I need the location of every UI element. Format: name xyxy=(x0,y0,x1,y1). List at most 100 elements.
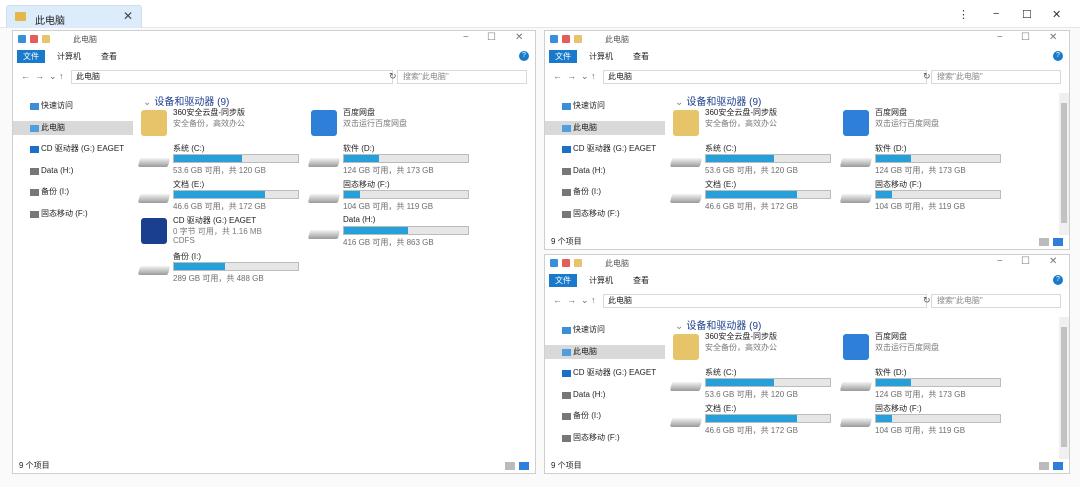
ribbon-tab-computer[interactable]: 计算机 xyxy=(583,274,619,287)
maximize-button[interactable]: ☐ xyxy=(1021,32,1030,43)
drive-tile[interactable]: 固态移动 (F:) 104 GB 可用，共 119 GB xyxy=(839,403,1009,439)
address-bar[interactable]: 此电脑 xyxy=(603,70,927,84)
sidebar-item-2[interactable]: CD 驱动器 (G:) EAGET xyxy=(13,142,133,156)
history-chevron-icon[interactable]: ⌄ xyxy=(581,295,589,306)
sidebar-item-3[interactable]: Data (H:) xyxy=(13,164,133,178)
drive-tile[interactable]: 系统 (C:) 53.6 GB 可用，共 120 GB xyxy=(669,143,839,179)
minimize-button[interactable]: − xyxy=(997,256,1003,267)
group-header[interactable]: ⌄ 设备和驱动器 (9) xyxy=(675,93,761,108)
ribbon-tab-computer[interactable]: 计算机 xyxy=(583,50,619,63)
sidebar-item-3[interactable]: Data (H:) xyxy=(545,164,665,178)
drive-tile[interactable]: 固态移动 (F:) 104 GB 可用，共 119 GB xyxy=(307,179,477,215)
drive-tile[interactable]: 软件 (D:) 124 GB 可用，共 173 GB xyxy=(307,143,477,179)
vertical-scrollbar[interactable] xyxy=(1059,317,1069,459)
large-icons-view-icon[interactable] xyxy=(1053,238,1063,246)
drive-tile[interactable]: 百度网盘 双击运行百度网盘 xyxy=(839,107,1009,143)
sidebar-item-0[interactable]: 快速访问 xyxy=(545,99,665,113)
details-view-icon[interactable] xyxy=(505,462,515,470)
drive-tile[interactable]: 软件 (D:) 124 GB 可用，共 173 GB xyxy=(839,367,1009,403)
drive-tile[interactable]: CD 驱动器 (G:) EAGET 0 字节 可用，共 1.16 MB CDFS xyxy=(137,215,307,251)
scrollbar-thumb[interactable] xyxy=(1061,103,1067,223)
back-arrow-icon[interactable]: ← xyxy=(21,71,30,81)
close-window-button[interactable]: ✕ xyxy=(1052,8,1061,21)
forward-arrow-icon[interactable]: → xyxy=(567,71,576,81)
help-icon[interactable]: ? xyxy=(519,51,529,61)
maximize-button[interactable]: ☐ xyxy=(487,32,496,43)
large-icons-view-icon[interactable] xyxy=(519,462,529,470)
sidebar-item-0[interactable]: 快速访问 xyxy=(13,99,133,113)
minimize-button[interactable]: − xyxy=(993,8,999,20)
sidebar-item-5[interactable]: 固态移动 (F:) xyxy=(545,431,665,445)
drive-tile[interactable]: 360安全云盘-同步版 安全备份，高效办公 xyxy=(669,107,839,143)
sidebar-item-1[interactable]: 此电脑 xyxy=(545,120,665,135)
drive-tile[interactable]: 360安全云盘-同步版 安全备份，高效办公 xyxy=(669,331,839,367)
sidebar-item-1[interactable]: 此电脑 xyxy=(545,344,665,359)
help-icon[interactable]: ? xyxy=(1053,275,1063,285)
drive-tile[interactable]: 百度网盘 双击运行百度网盘 xyxy=(839,331,1009,367)
drive-tile[interactable]: 系统 (C:) 53.6 GB 可用，共 120 GB xyxy=(137,143,307,179)
back-arrow-icon[interactable]: ← xyxy=(553,295,562,305)
history-chevron-icon[interactable]: ⌄ xyxy=(49,71,57,82)
sidebar-item-2[interactable]: CD 驱动器 (G:) EAGET xyxy=(545,366,665,380)
ribbon-tab-view[interactable]: 查看 xyxy=(95,50,123,63)
large-icons-view-icon[interactable] xyxy=(1053,462,1063,470)
ribbon-tab-file[interactable]: 文件 xyxy=(17,50,45,63)
refresh-icon[interactable]: ↻ xyxy=(923,295,931,306)
explorer-icon[interactable] xyxy=(550,35,558,43)
sidebar-item-4[interactable]: 备份 (I:) xyxy=(545,185,665,199)
history-chevron-icon[interactable]: ⌄ xyxy=(581,71,589,82)
minimize-button[interactable]: − xyxy=(463,32,469,43)
sidebar-item-5[interactable]: 固态移动 (F:) xyxy=(545,207,665,221)
close-button[interactable]: ✕ xyxy=(1049,32,1057,43)
search-input[interactable]: 搜索"此电脑" xyxy=(931,294,1061,308)
details-view-icon[interactable] xyxy=(1039,238,1049,246)
sidebar-item-3[interactable]: Data (H:) xyxy=(545,388,665,402)
up-arrow-icon[interactable]: ↑ xyxy=(591,295,596,305)
new-folder-icon[interactable] xyxy=(574,35,582,43)
address-bar[interactable]: 此电脑 xyxy=(603,294,927,308)
ribbon-tab-view[interactable]: 查看 xyxy=(627,50,655,63)
new-folder-icon[interactable] xyxy=(574,259,582,267)
new-folder-icon[interactable] xyxy=(42,35,50,43)
drive-tile[interactable]: 360安全云盘-同步版 安全备份，高效办公 xyxy=(137,107,307,143)
refresh-icon[interactable]: ↻ xyxy=(389,71,397,82)
sidebar-item-0[interactable]: 快速访问 xyxy=(545,323,665,337)
properties-icon[interactable] xyxy=(562,259,570,267)
properties-icon[interactable] xyxy=(562,35,570,43)
sidebar-item-5[interactable]: 固态移动 (F:) xyxy=(13,207,133,221)
drive-tile[interactable]: Data (H:) 416 GB 可用，共 863 GB xyxy=(307,215,477,251)
tab-this-pc[interactable]: 此电脑 ✕ xyxy=(6,5,142,28)
more-menu-icon[interactable]: ⋮ xyxy=(958,8,969,21)
refresh-icon[interactable]: ↻ xyxy=(923,71,931,82)
explorer-icon[interactable] xyxy=(18,35,26,43)
explorer-icon[interactable] xyxy=(550,259,558,267)
back-arrow-icon[interactable]: ← xyxy=(553,71,562,81)
close-button[interactable]: ✕ xyxy=(1049,256,1057,267)
group-header[interactable]: ⌄ 设备和驱动器 (9) xyxy=(143,93,229,108)
search-input[interactable]: 搜索"此电脑" xyxy=(397,70,527,84)
help-icon[interactable]: ? xyxy=(1053,51,1063,61)
drive-tile[interactable]: 百度网盘 双击运行百度网盘 xyxy=(307,107,477,143)
close-button[interactable]: ✕ xyxy=(515,32,523,43)
group-header[interactable]: ⌄ 设备和驱动器 (9) xyxy=(675,317,761,332)
sidebar-item-2[interactable]: CD 驱动器 (G:) EAGET xyxy=(545,142,665,156)
up-arrow-icon[interactable]: ↑ xyxy=(59,71,64,81)
drive-tile[interactable]: 文档 (E:) 46.6 GB 可用，共 172 GB xyxy=(137,179,307,215)
drive-tile[interactable]: 软件 (D:) 124 GB 可用，共 173 GB xyxy=(839,143,1009,179)
tab-close-icon[interactable]: ✕ xyxy=(123,9,133,23)
ribbon-tab-computer[interactable]: 计算机 xyxy=(51,50,87,63)
details-view-icon[interactable] xyxy=(1039,462,1049,470)
sidebar-item-4[interactable]: 备份 (I:) xyxy=(545,409,665,423)
drive-tile[interactable]: 固态移动 (F:) 104 GB 可用，共 119 GB xyxy=(839,179,1009,215)
drive-tile[interactable]: 文档 (E:) 46.6 GB 可用，共 172 GB xyxy=(669,403,839,439)
sidebar-item-1[interactable]: 此电脑 xyxy=(13,120,133,135)
properties-icon[interactable] xyxy=(30,35,38,43)
ribbon-tab-file[interactable]: 文件 xyxy=(549,274,577,287)
drive-tile[interactable]: 文档 (E:) 46.6 GB 可用，共 172 GB xyxy=(669,179,839,215)
ribbon-tab-view[interactable]: 查看 xyxy=(627,274,655,287)
minimize-button[interactable]: − xyxy=(997,32,1003,43)
forward-arrow-icon[interactable]: → xyxy=(567,295,576,305)
maximize-button[interactable]: ☐ xyxy=(1021,256,1030,267)
address-bar[interactable]: 此电脑 xyxy=(71,70,393,84)
drive-tile[interactable]: 备份 (I:) 289 GB 可用，共 488 GB xyxy=(137,251,307,287)
